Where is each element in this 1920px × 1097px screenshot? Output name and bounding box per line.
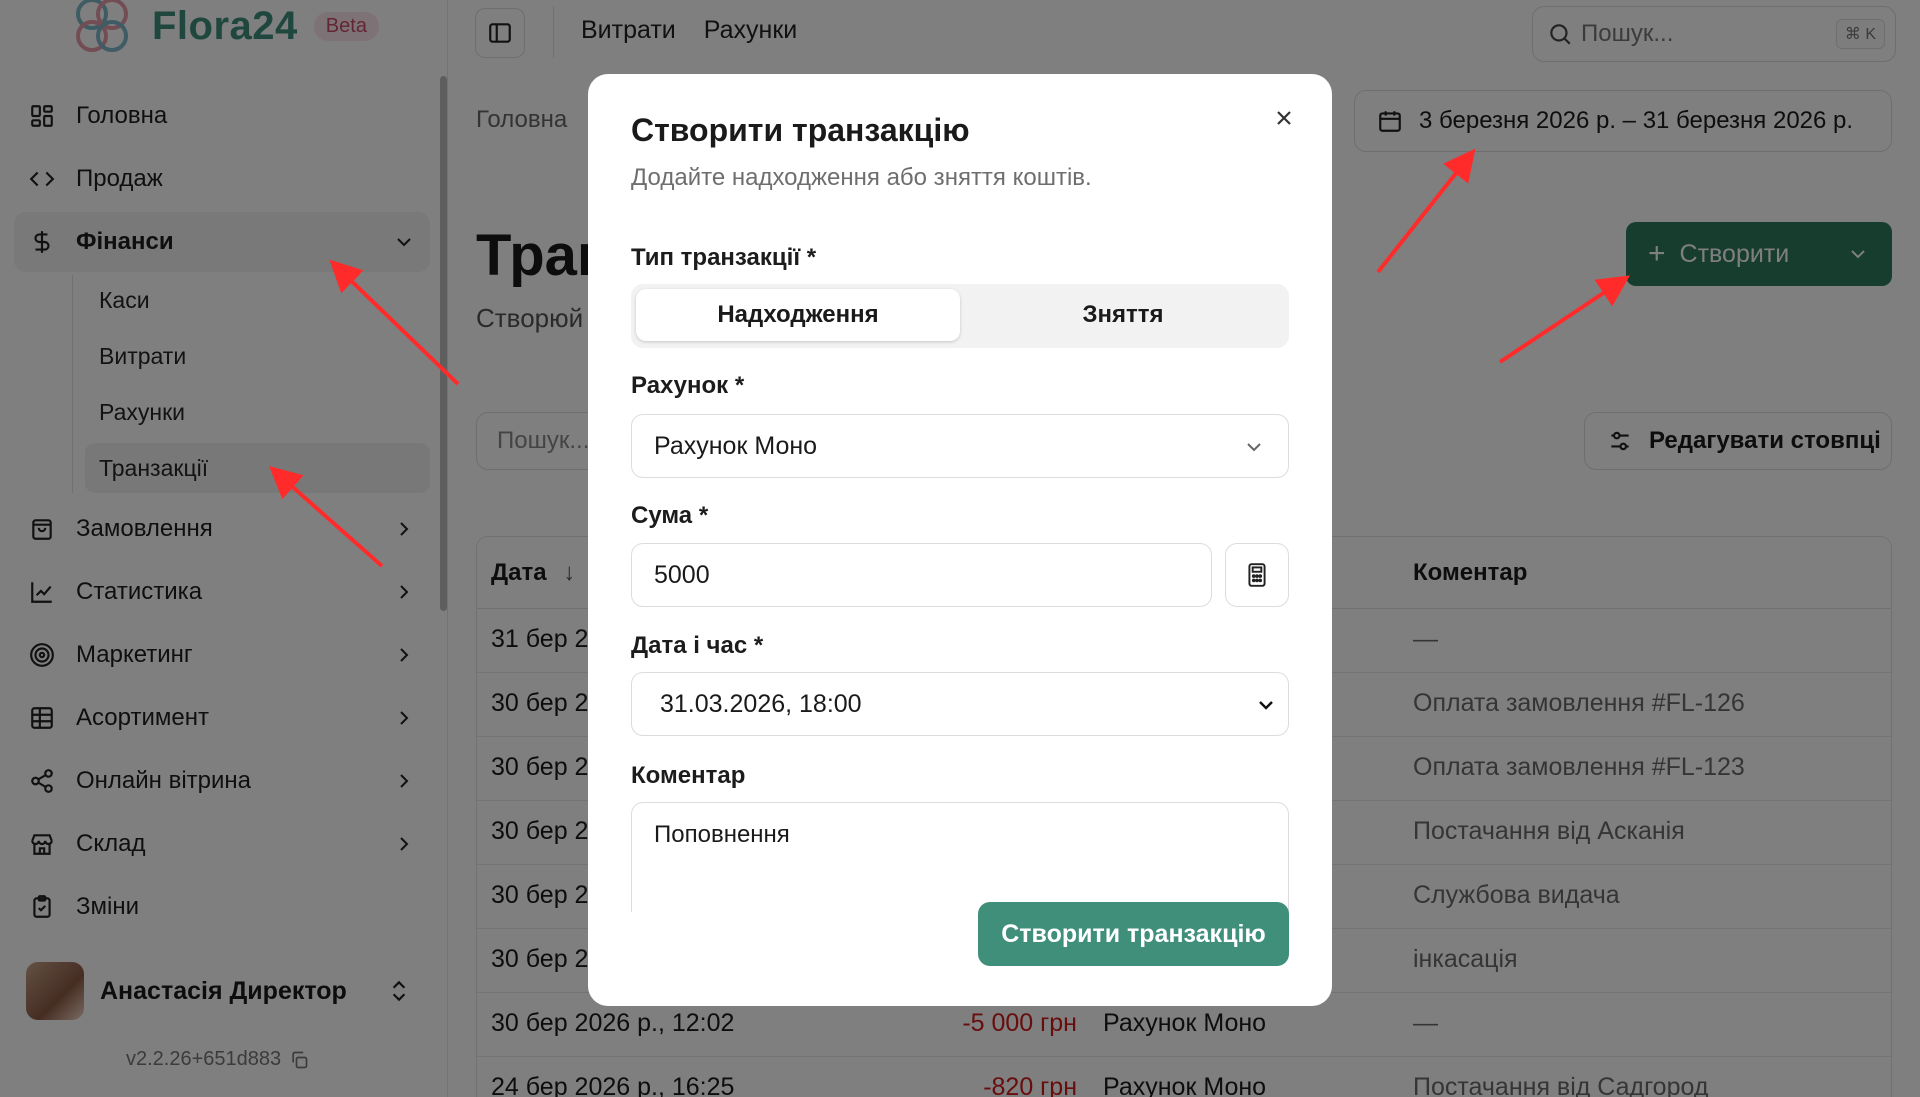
dialog-title: Створити транзакцію xyxy=(631,112,970,148)
chevron-down-icon xyxy=(1247,443,1261,452)
transaction-type-toggle: Надходження Зняття xyxy=(631,284,1289,348)
type-option-withdrawal[interactable]: Зняття xyxy=(961,289,1285,341)
type-option-income[interactable]: Надходження xyxy=(636,289,960,341)
close-button[interactable] xyxy=(1264,98,1304,138)
account-select[interactable]: Рахунок Моно xyxy=(631,414,1289,478)
account-label: Рахунок * xyxy=(631,372,745,399)
datetime-value: 31.03.2026, 18:00 xyxy=(660,689,862,718)
amount-label: Сума * xyxy=(631,502,709,529)
amount-value: 5000 xyxy=(654,560,710,589)
comment-label: Коментар xyxy=(631,762,746,789)
close-icon xyxy=(1277,111,1291,125)
create-transaction-dialog: Створити транзакцію Додайте надходження … xyxy=(588,74,1332,1006)
datetime-select[interactable]: 31.03.2026, 18:00 xyxy=(631,672,1289,736)
dialog-description: Додайте надходження або зняття коштів. xyxy=(631,164,1092,191)
account-value: Рахунок Моно xyxy=(654,431,818,460)
datetime-label: Дата і час * xyxy=(631,632,764,659)
submit-button[interactable]: Створити транзакцію xyxy=(978,902,1289,966)
comment-textarea[interactable]: Поповнення xyxy=(631,802,1289,912)
calculator-icon xyxy=(1248,563,1266,587)
calculator-button[interactable] xyxy=(1225,543,1289,607)
amount-input[interactable]: 5000 xyxy=(631,543,1212,607)
type-label: Тип транзакції * xyxy=(631,244,817,271)
chevron-down-icon xyxy=(1259,701,1273,710)
